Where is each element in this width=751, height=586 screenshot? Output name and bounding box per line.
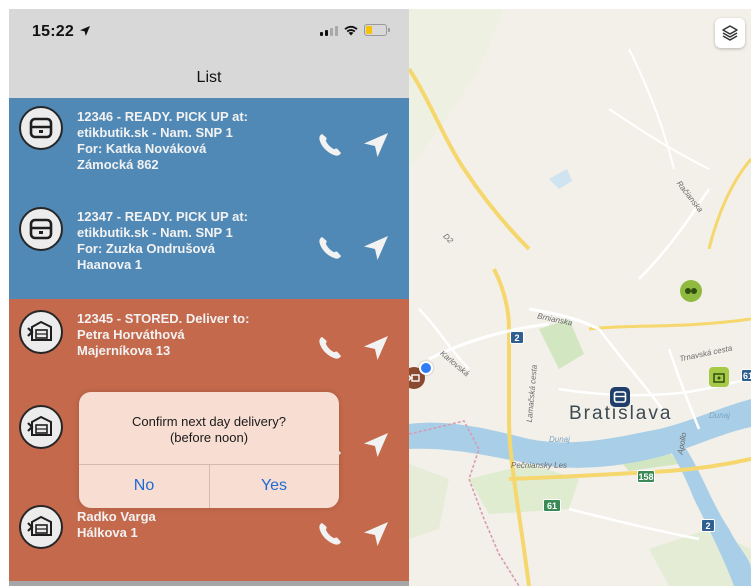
navigate-button[interactable] [361,430,391,460]
phone-icon [319,134,341,156]
list-item-text: 12347 - READY. PICK UP at: etikbutik.sk … [77,209,248,272]
dialog-message: Confirm next day delivery? (before noon) [132,414,286,445]
yes-button[interactable]: Yes [209,464,339,508]
cellular-signal-icon [320,25,338,36]
map-layers-button[interactable] [715,18,745,48]
gift-poi-icon[interactable] [709,367,729,387]
navigate-button[interactable] [361,519,391,549]
river-label: Dunaj [709,411,730,420]
road-shield: 61 [741,369,751,382]
map-view[interactable]: Brnianska Karlovská Trnavská cesta Račia… [409,9,751,586]
list-item[interactable]: 12347 - READY. PICK UP at: etikbutik.sk … [9,194,409,299]
dialog-panel: Confirm next day delivery? (before noon)… [79,392,339,508]
park-poi-icon[interactable] [680,280,702,302]
navigate-button[interactable] [361,233,391,263]
layers-icon [722,25,738,41]
list-item[interactable]: 12346 - READY. PICK UP at: etikbutik.sk … [9,98,409,194]
battery-icon [364,24,390,36]
navigate-arrow-icon [364,236,388,260]
status-time: 15:22 [32,23,74,40]
call-button[interactable] [315,233,345,263]
phone-icon [319,237,341,259]
delivery-box-icon [19,505,63,549]
phone-icon [319,337,341,359]
battery-level [366,26,372,34]
list-item[interactable]: 12345 - STORED. Deliver to: Petra Horvát… [9,299,409,391]
navigate-button[interactable] [361,333,391,363]
wifi-icon [344,25,358,36]
list-item-text: Radko Varga Hálkova 1 [77,509,156,540]
area-label: Pečniansky Les [511,461,568,470]
status-bar: 15:22 [9,9,409,54]
list-item-text: 12345 - STORED. Deliver to: Petra Horvát… [77,311,250,358]
navigate-arrow-icon [364,433,388,457]
road-shield: 2 [510,331,524,344]
confirm-dialog: Confirm next day delivery? (before noon)… [79,392,339,508]
delivery-box-icon [19,310,63,354]
page-title: List [196,69,222,86]
river-label: Dunaj [549,435,570,444]
call-button[interactable] [315,519,345,549]
road-shield: 158 [637,470,655,483]
location-arrow-icon [80,26,90,36]
navigate-arrow-icon [364,336,388,360]
list-item-text: 12346 - READY. PICK UP at: etikbutik.sk … [77,109,248,172]
road-shield: 2 [701,519,715,532]
status-icons [320,24,390,36]
current-location-dot [419,361,433,375]
navigate-arrow-icon [364,522,388,546]
phone-screen: 15:22 List 12346 - READY. PICK UP at: et… [9,9,409,586]
call-button[interactable] [315,130,345,160]
parcel-locker-marker-icon[interactable] [610,387,630,407]
road-shield: 61 [543,499,561,512]
navigation-bar: List [9,54,409,98]
phone-icon [319,523,341,545]
call-button[interactable] [315,333,345,363]
no-button[interactable]: No [79,464,209,508]
navigate-arrow-icon [364,133,388,157]
delivery-box-icon [19,405,63,449]
parcel-locker-icon [19,207,63,251]
parcel-locker-icon [19,106,63,150]
bottom-strip [9,581,409,586]
navigate-button[interactable] [361,130,391,160]
